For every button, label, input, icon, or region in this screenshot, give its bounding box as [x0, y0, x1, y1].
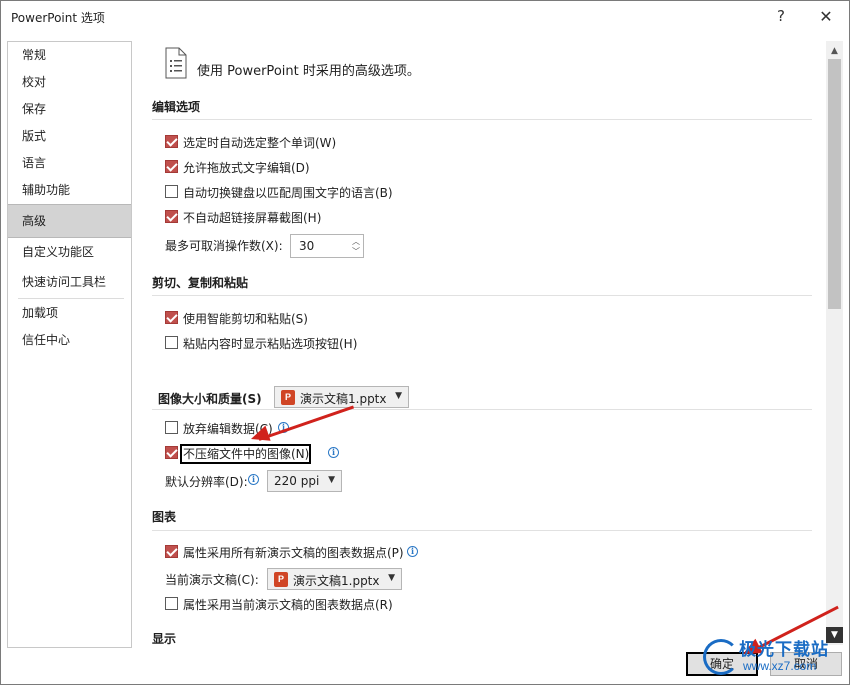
spin-down-icon[interactable]: ﹀ [352, 246, 360, 257]
section-title-clipboard: 剪切、复制和粘贴 [152, 276, 249, 290]
option-label: 属性采用当前演示文稿的图表数据点(R) [183, 598, 393, 612]
resolution-value: 220 ppi [274, 474, 320, 488]
default-resolution-label: 默认分辨率(D): [165, 475, 248, 489]
chevron-down-icon: ▼ [395, 391, 402, 401]
nav-item-advanced[interactable]: 高级 [8, 204, 131, 238]
checkbox[interactable] [165, 185, 178, 198]
section-title-editing: 编辑选项 [152, 100, 201, 114]
site-watermark: 极光下载站 www.xz7.com [701, 633, 850, 683]
nav-item-customize-ribbon[interactable]: 自定义功能区 [8, 239, 131, 266]
option-label: 自动切换键盘以匹配周围文字的语言(B) [183, 186, 393, 200]
checkbox[interactable] [165, 545, 178, 558]
chevron-down-icon: ▼ [328, 475, 335, 485]
option-label: 属性采用所有新演示文稿的图表数据点(P) [183, 546, 404, 560]
nav-divider [18, 298, 124, 299]
advanced-options-panel: 使用 PowerPoint 时采用的高级选项。 编辑选项 选定时自动选定整个单词… [138, 41, 824, 647]
powerpoint-file-icon: P [281, 390, 295, 405]
chart-document-value: 演示文稿1.pptx [293, 574, 380, 588]
dialog-title: PowerPoint 选项 [11, 11, 105, 25]
undo-count-label: 最多可取消操作数(X): [165, 239, 283, 253]
nav-item-add-ins[interactable]: 加载项 [8, 300, 131, 327]
option-label: 粘贴内容时显示粘贴选项按钮(H) [183, 337, 358, 351]
watermark-logo-icon [703, 639, 739, 675]
section-title-display: 显示 [152, 632, 177, 646]
watermark-url: www.xz7.com [743, 659, 817, 673]
checkbox[interactable] [165, 160, 178, 173]
options-dialog: PowerPoint 选项 ? ✕ 常规 校对 保存 版式 语言 辅助功能 高级… [0, 0, 850, 685]
section-divider [152, 119, 812, 120]
section-title-chart: 图表 [152, 510, 177, 524]
scroll-thumb[interactable] [828, 59, 841, 309]
document-settings-icon [165, 47, 187, 79]
nav-item-accessibility[interactable]: 辅助功能 [8, 177, 131, 204]
option-label: 选定时自动选定整个单词(W) [183, 136, 337, 150]
option-label: 允许拖放式文字编辑(D) [183, 161, 310, 175]
nav-item-trust-center[interactable]: 信任中心 [8, 327, 131, 354]
title-bar: PowerPoint 选项 ? ✕ [1, 1, 849, 33]
info-icon[interactable]: i [328, 447, 339, 458]
nav-item-proofing[interactable]: 校对 [8, 69, 131, 96]
current-document-label: 当前演示文稿(C): [165, 573, 259, 587]
watermark-text: 极光下载站 [739, 640, 829, 660]
resolution-dropdown[interactable]: 220 ppi ▼ [267, 470, 342, 492]
section-title-image-quality: 图像大小和质量(S) [158, 392, 262, 406]
panel-header-text: 使用 PowerPoint 时采用的高级选项。 [197, 64, 420, 79]
chart-document-dropdown[interactable]: P 演示文稿1.pptx ▼ [267, 568, 402, 590]
checkbox[interactable] [165, 421, 178, 434]
help-button[interactable]: ? [769, 7, 793, 25]
close-button[interactable]: ✕ [814, 7, 838, 26]
highlight-box [180, 444, 311, 464]
info-icon[interactable]: i [407, 546, 418, 557]
powerpoint-file-icon: P [274, 572, 288, 587]
image-document-value: 演示文稿1.pptx [300, 392, 387, 406]
checkbox[interactable] [165, 597, 178, 610]
checkbox[interactable] [165, 311, 178, 324]
option-label: 使用智能剪切和粘贴(S) [183, 312, 308, 326]
checkbox[interactable] [165, 336, 178, 349]
nav-item-language[interactable]: 语言 [8, 150, 131, 177]
checkbox[interactable] [165, 446, 178, 459]
nav-item-quick-access-toolbar[interactable]: 快速访问工具栏 [8, 269, 131, 296]
vertical-scrollbar[interactable]: ▲ ▼ [826, 41, 843, 645]
undo-count-spinner[interactable]: 30 ︿ ﹀ [290, 234, 364, 258]
nav-item-general[interactable]: 常规 [8, 42, 131, 69]
undo-count-value: 30 [299, 239, 315, 253]
image-document-dropdown[interactable]: P 演示文稿1.pptx ▼ [274, 386, 409, 408]
option-label: 不自动超链接屏幕截图(H) [183, 211, 322, 225]
nav-item-save[interactable]: 保存 [8, 96, 131, 123]
section-divider [152, 295, 812, 296]
scroll-up-icon[interactable]: ▲ [826, 43, 843, 59]
checkbox[interactable] [165, 210, 178, 223]
nav-item-layout[interactable]: 版式 [8, 123, 131, 150]
section-divider [152, 530, 812, 531]
checkbox[interactable] [165, 135, 178, 148]
category-nav: 常规 校对 保存 版式 语言 辅助功能 高级 自定义功能区 快速访问工具栏 加载… [7, 41, 132, 648]
info-icon[interactable]: i [248, 474, 259, 485]
chevron-down-icon: ▼ [388, 573, 395, 583]
section-divider [152, 409, 812, 410]
